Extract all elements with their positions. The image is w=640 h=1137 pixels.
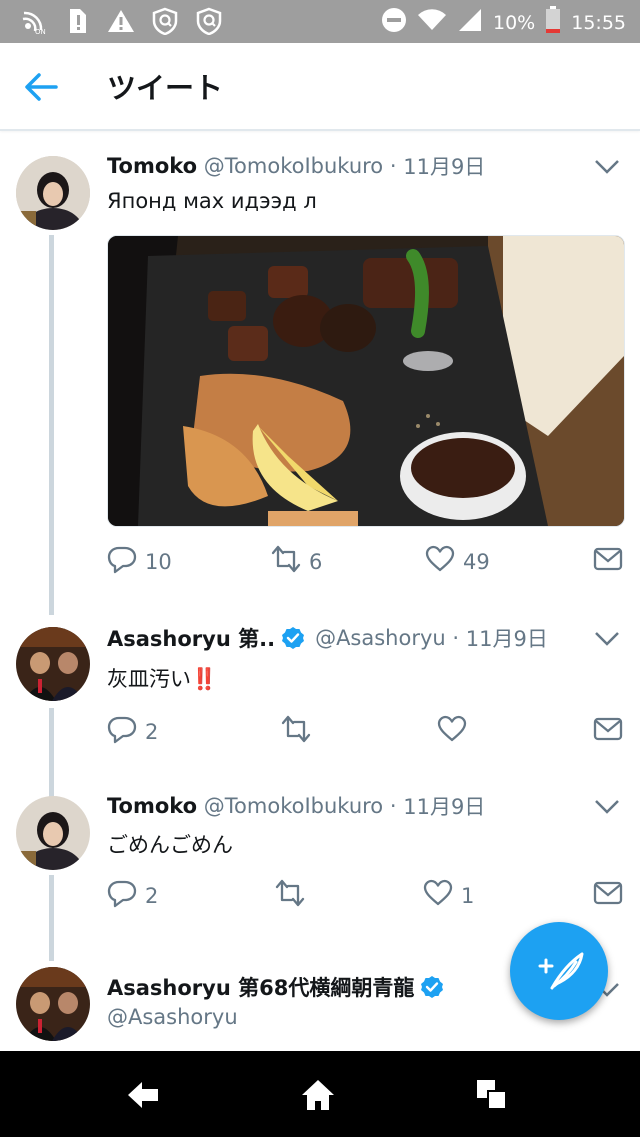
tweet-thread[interactable]: Tomoko @TomokoIbukuro · 11月9日 Японд мах …	[0, 131, 640, 1051]
share-button[interactable]	[593, 544, 623, 579]
tweet-header: Tomoko @TomokoIbukuro · 11月9日	[107, 151, 485, 181]
retweet-button[interactable]	[275, 878, 305, 913]
verified-badge-icon	[420, 975, 444, 999]
retweet-button[interactable]: 6	[271, 544, 322, 579]
chevron-down-icon[interactable]	[594, 158, 620, 176]
tweet-date[interactable]: 11月9日	[403, 791, 485, 821]
compose-feather-icon	[510, 952, 608, 1024]
heart-icon	[425, 544, 455, 579]
reply-count: 2	[145, 883, 159, 908]
thread-line	[49, 235, 54, 615]
tweet[interactable]: Tomoko @TomokoIbukuro · 11月9日 Японд мах …	[0, 131, 640, 615]
avatar[interactable]	[16, 796, 90, 870]
tweet-header: Asashoryu 第68代横綱朝青龍	[107, 972, 454, 1002]
status-bar: ON 10% 15:55	[0, 0, 640, 43]
display-name[interactable]: Tomoko	[107, 154, 197, 178]
tweet-date[interactable]: 11月9日	[403, 151, 485, 181]
reply-icon	[107, 714, 137, 749]
separator: ·	[389, 794, 397, 818]
chevron-down-icon[interactable]	[594, 630, 620, 648]
page-title: ツイート	[107, 71, 224, 105]
nav-home-icon[interactable]	[300, 1077, 336, 1113]
battery-icon	[545, 6, 561, 39]
system-nav-bar	[0, 1051, 640, 1137]
clock: 15:55	[571, 11, 626, 34]
handle[interactable]: @TomokoIbukuro	[204, 794, 383, 818]
nav-recents-icon[interactable]	[474, 1077, 510, 1113]
share-button[interactable]	[593, 714, 623, 749]
battery-percent: 10%	[493, 11, 536, 34]
svg-text:ON: ON	[35, 28, 46, 35]
like-count: 1	[461, 883, 475, 908]
display-name[interactable]: Asashoryu 第..	[107, 623, 275, 653]
retweet-count: 6	[309, 549, 323, 574]
separator: ·	[452, 626, 460, 650]
like-button[interactable]: 1	[423, 878, 474, 913]
tweet-photo[interactable]	[107, 235, 625, 527]
app-bar: ツイート	[0, 43, 640, 131]
reply-button[interactable]: 2	[107, 878, 158, 913]
verified-badge-icon	[281, 626, 305, 650]
tweet-actions: 2 1	[107, 878, 623, 912]
share-button[interactable]	[593, 878, 623, 913]
like-button[interactable]	[437, 714, 467, 749]
handle[interactable]: @TomokoIbukuro	[204, 154, 383, 178]
message-icon	[593, 544, 623, 579]
display-name[interactable]: Tomoko	[107, 794, 197, 818]
nfc-icon: ON	[18, 6, 48, 36]
back-arrow-icon[interactable]	[22, 69, 60, 105]
retweet-button[interactable]	[281, 714, 311, 749]
warning-icon	[106, 6, 136, 36]
reply-button[interactable]: 10	[107, 544, 172, 579]
nav-back-icon[interactable]	[125, 1077, 161, 1113]
reply-count: 2	[145, 719, 159, 744]
tweet-text: ごめんごめん	[107, 833, 233, 857]
separator: ·	[389, 154, 397, 178]
heart-icon	[437, 714, 467, 749]
handle[interactable]: @Asashoryu	[107, 1005, 238, 1029]
tweet-date[interactable]: 11月9日	[466, 623, 548, 653]
message-icon	[593, 878, 623, 913]
tweet-header: Asashoryu 第.. @Asashoryu · 11月9日	[107, 623, 548, 653]
compose-tweet-button[interactable]	[510, 922, 608, 1020]
avatar[interactable]	[16, 967, 90, 1041]
reply-button[interactable]: 2	[107, 714, 158, 749]
sim-alert-icon	[62, 6, 92, 36]
like-count: 49	[463, 549, 490, 574]
shield-icon	[194, 6, 224, 36]
retweet-icon	[271, 544, 301, 579]
tweet-actions: 10 6 49	[107, 544, 623, 578]
heart-icon	[423, 878, 453, 913]
shield-icon	[150, 6, 180, 36]
avatar[interactable]	[16, 156, 90, 230]
signal-icon	[457, 7, 483, 38]
double-exclamation-emoji: ‼️	[191, 667, 218, 691]
wifi-icon	[417, 8, 447, 37]
message-icon	[593, 714, 623, 749]
reply-icon	[107, 878, 137, 913]
tweet-text-body: 灰皿汚い	[107, 667, 191, 691]
retweet-icon	[281, 714, 311, 749]
like-button[interactable]: 49	[425, 544, 490, 579]
chevron-down-icon[interactable]	[594, 798, 620, 816]
display-name[interactable]: Asashoryu 第68代横綱朝青龍	[107, 972, 414, 1002]
tweet-header: Tomoko @TomokoIbukuro · 11月9日	[107, 791, 485, 821]
tweet-text: 灰皿汚い‼️	[107, 663, 217, 693]
reply-icon	[107, 544, 137, 579]
do-not-disturb-icon	[381, 7, 407, 38]
tweet-actions: 2	[107, 714, 623, 748]
reply-count: 10	[145, 549, 172, 574]
tweet-text: Японд мах идээд л	[107, 189, 317, 213]
handle[interactable]: @Asashoryu	[315, 626, 446, 650]
avatar[interactable]	[16, 627, 90, 701]
retweet-icon	[275, 878, 305, 913]
